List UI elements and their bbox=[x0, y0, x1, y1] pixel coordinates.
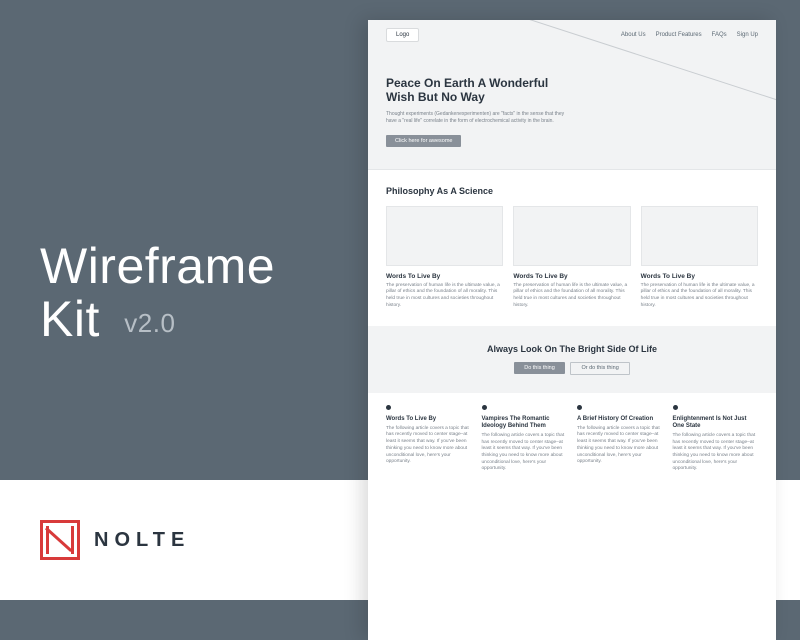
card-body: The preservation of human life is the ul… bbox=[641, 283, 758, 310]
column-title: Words To Live By bbox=[386, 416, 472, 423]
card-item: Words To Live By The preservation of hum… bbox=[641, 206, 758, 310]
column-item: Enlightenment Is Not Just One State The … bbox=[673, 405, 759, 474]
cta-band: Always Look On The Bright Side Of Life D… bbox=[368, 326, 776, 393]
version-label: v2.0 bbox=[124, 308, 175, 338]
cards-section: Philosophy As A Science Words To Live By… bbox=[368, 170, 776, 326]
hero-copy: Peace On Earth A Wonderful Wish But No W… bbox=[386, 76, 576, 147]
nav-link-faqs[interactable]: FAQs bbox=[712, 32, 727, 38]
image-placeholder bbox=[386, 206, 503, 266]
brand-wordmark: NOLTE bbox=[94, 529, 190, 552]
column-item: Words To Live By The following article c… bbox=[386, 405, 472, 474]
column-body: The following article covers a topic tha… bbox=[577, 426, 663, 466]
nav-link-signup[interactable]: Sign Up bbox=[737, 32, 758, 38]
column-item: A Brief History Of Creation The followin… bbox=[577, 405, 663, 474]
band-secondary-button[interactable]: Or do this thing bbox=[570, 362, 629, 375]
card-title: Words To Live By bbox=[641, 273, 758, 280]
card-body: The preservation of human life is the ul… bbox=[513, 283, 630, 310]
image-placeholder bbox=[641, 206, 758, 266]
title-line2: Kit bbox=[40, 291, 100, 347]
hero-cta-button[interactable]: Click here for awesome bbox=[386, 135, 461, 147]
nav-logo-placeholder[interactable]: Logo bbox=[386, 28, 419, 42]
column-body: The following article covers a topic tha… bbox=[386, 426, 472, 466]
branding-block: Wireframe Kit v2.0 bbox=[40, 240, 275, 345]
cards-heading: Philosophy As A Science bbox=[386, 186, 758, 196]
card-grid: Words To Live By The preservation of hum… bbox=[386, 206, 758, 310]
hero-body: Thought experiments (Gedankenexperimente… bbox=[386, 111, 576, 125]
card-item: Words To Live By The preservation of hum… bbox=[386, 206, 503, 310]
band-heading: Always Look On The Bright Side Of Life bbox=[386, 344, 758, 354]
band-primary-button[interactable]: Do this thing bbox=[514, 362, 565, 374]
card-body: The preservation of human life is the ul… bbox=[386, 283, 503, 310]
column-body: The following article covers a topic tha… bbox=[673, 433, 759, 473]
wireframe-sheet: Logo About Us Product Features FAQs Sign… bbox=[368, 20, 776, 640]
bullet-icon bbox=[482, 405, 487, 410]
column-item: Vampires The Romantic Ideology Behind Th… bbox=[482, 405, 568, 474]
nav-link-features[interactable]: Product Features bbox=[656, 32, 702, 38]
card-title: Words To Live By bbox=[513, 273, 630, 280]
hero-heading: Peace On Earth A Wonderful Wish But No W… bbox=[386, 76, 576, 105]
card-title: Words To Live By bbox=[386, 273, 503, 280]
nav-link-about[interactable]: About Us bbox=[621, 32, 646, 38]
nolte-logo-icon bbox=[40, 520, 80, 560]
column-title: A Brief History Of Creation bbox=[577, 416, 663, 423]
bullet-icon bbox=[673, 405, 678, 410]
column-body: The following article covers a topic tha… bbox=[482, 433, 568, 473]
title-line1: Wireframe bbox=[40, 238, 275, 294]
bullet-icon bbox=[577, 405, 582, 410]
columns-section: Words To Live By The following article c… bbox=[368, 393, 776, 494]
brand-logo-row: NOLTE bbox=[40, 520, 190, 560]
nav-links: About Us Product Features FAQs Sign Up bbox=[621, 32, 758, 38]
column-title: Enlightenment Is Not Just One State bbox=[673, 416, 759, 430]
top-nav: Logo About Us Product Features FAQs Sign… bbox=[386, 28, 758, 42]
hero-section: Logo About Us Product Features FAQs Sign… bbox=[368, 20, 776, 170]
column-title: Vampires The Romantic Ideology Behind Th… bbox=[482, 416, 568, 430]
product-title: Wireframe Kit v2.0 bbox=[40, 240, 275, 345]
card-item: Words To Live By The preservation of hum… bbox=[513, 206, 630, 310]
image-placeholder bbox=[513, 206, 630, 266]
bullet-icon bbox=[386, 405, 391, 410]
